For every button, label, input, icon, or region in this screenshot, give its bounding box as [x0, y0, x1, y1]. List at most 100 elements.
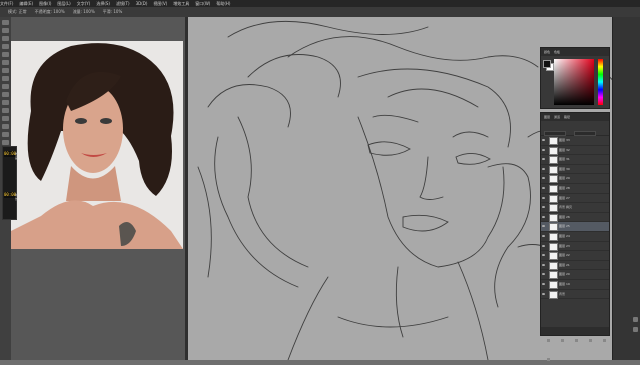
- eye-icon[interactable]: [542, 196, 545, 199]
- eye-icon[interactable]: [542, 263, 545, 266]
- saturation-value-picker[interactable]: [554, 59, 594, 105]
- option-item[interactable]: 不透明度: 100%: [35, 7, 65, 17]
- eye-icon[interactable]: [542, 177, 545, 180]
- menu-item[interactable]: 增效工具: [173, 0, 189, 7]
- eye-icon[interactable]: [542, 282, 545, 285]
- layer-name: 图层 25: [559, 224, 570, 229]
- eye-icon[interactable]: [542, 244, 545, 247]
- link-icon[interactable]: [547, 339, 550, 342]
- tool-icon[interactable]: [2, 100, 9, 105]
- tab-layers[interactable]: 图层: [544, 115, 550, 119]
- layer-name: 图层 27: [559, 195, 570, 200]
- layer-name: 图层 19: [559, 281, 570, 286]
- tool-icon[interactable]: [2, 92, 9, 97]
- layer-name: 图层 29: [559, 176, 570, 181]
- layer-row[interactable]: 图层 32: [541, 146, 609, 156]
- tool-icon[interactable]: [2, 132, 9, 137]
- eye-icon[interactable]: [542, 234, 545, 237]
- layers-panel-tabs: 图层 通道 路径: [541, 113, 609, 121]
- layer-thumbnail: [549, 184, 558, 193]
- eye-icon[interactable]: [542, 215, 545, 218]
- layer-controls: [541, 121, 609, 136]
- dock-icon[interactable]: [633, 327, 638, 332]
- eye-icon[interactable]: [542, 139, 545, 141]
- layer-row[interactable]: 图层 27: [541, 194, 609, 204]
- layer-row[interactable]: 图层 26: [541, 213, 609, 223]
- layer-row[interactable]: 图层 21: [541, 261, 609, 271]
- layer-row[interactable]: 图层 28: [541, 184, 609, 194]
- menu-item[interactable]: 3D(D): [136, 0, 148, 7]
- tool-icon[interactable]: [2, 116, 9, 121]
- dock-icon[interactable]: [633, 317, 638, 322]
- tool-icon[interactable]: [2, 124, 9, 129]
- tool-icon[interactable]: [2, 68, 9, 73]
- layer-row[interactable]: 图层 25: [541, 222, 609, 232]
- timer-value-top: 00:00: [4, 151, 17, 157]
- layer-name: 图层 33: [559, 138, 570, 142]
- layer-row[interactable]: 图层 30: [541, 165, 609, 175]
- layer-row[interactable]: 图层 33: [541, 136, 609, 146]
- layer-thumbnail: [549, 232, 558, 241]
- layer-row[interactable]: 图层 29: [541, 174, 609, 184]
- menu-item[interactable]: 图像(I): [39, 0, 51, 7]
- menu-item[interactable]: 窗口(W): [195, 0, 210, 7]
- layer-thumbnail: [549, 137, 558, 145]
- tool-icon[interactable]: [2, 140, 9, 145]
- tool-icon[interactable]: [2, 28, 9, 33]
- menu-item[interactable]: 选择(S): [96, 0, 110, 7]
- fx-icon[interactable]: [561, 339, 565, 342]
- eye-icon[interactable]: [542, 148, 545, 151]
- menu-item[interactable]: 文件(F): [0, 0, 13, 7]
- layer-thumbnail: [549, 280, 558, 289]
- tool-icon[interactable]: [2, 76, 9, 81]
- tool-icon[interactable]: [2, 60, 9, 65]
- layer-row[interactable]: 图层 20: [541, 270, 609, 280]
- layer-thumbnail: [549, 156, 558, 165]
- tab-swatches[interactable]: 色板: [554, 50, 560, 54]
- eye-icon[interactable]: [542, 167, 545, 170]
- layer-row[interactable]: 图层 19: [541, 280, 609, 290]
- layer-row[interactable]: 背景 拷贝: [541, 203, 609, 213]
- layer-row[interactable]: 背景: [541, 290, 609, 300]
- mask-icon[interactable]: [575, 339, 579, 342]
- eye-icon[interactable]: [542, 158, 545, 161]
- menu-item[interactable]: 滤镜(T): [116, 0, 130, 7]
- eye-icon[interactable]: [542, 292, 545, 295]
- eye-icon[interactable]: [542, 254, 545, 257]
- foreground-color-swatch[interactable]: [543, 60, 551, 68]
- tool-icon[interactable]: [2, 36, 9, 41]
- tab-channels[interactable]: 通道: [554, 115, 560, 119]
- option-item[interactable]: 模式: 正常: [8, 7, 27, 17]
- layer-name: 图层 32: [559, 147, 570, 152]
- option-item[interactable]: 流量: 100%: [73, 7, 95, 17]
- layer-thumbnail: [549, 261, 558, 270]
- layer-row[interactable]: 图层 31: [541, 155, 609, 165]
- eye-icon[interactable]: [542, 206, 545, 209]
- eye-icon[interactable]: [542, 273, 545, 276]
- layer-row[interactable]: 图层 22: [541, 251, 609, 261]
- tool-icon[interactable]: [2, 52, 9, 57]
- layer-name: 背景: [559, 291, 566, 296]
- layer-row[interactable]: 图层 24: [541, 232, 609, 242]
- menu-item[interactable]: 文字(Y): [77, 0, 91, 7]
- menu-item[interactable]: 视图(V): [153, 0, 167, 7]
- layer-row[interactable]: 图层 23: [541, 242, 609, 252]
- folder-icon[interactable]: [589, 339, 593, 342]
- tab-paths[interactable]: 路径: [564, 115, 570, 119]
- reference-photo: [11, 41, 183, 249]
- menu-item[interactable]: 图层(L): [57, 0, 70, 7]
- option-item[interactable]: 平滑: 10%: [103, 7, 123, 17]
- menu-item[interactable]: 编辑(E): [19, 0, 33, 7]
- tool-icon[interactable]: [2, 20, 9, 25]
- hue-slider[interactable]: [598, 59, 603, 105]
- tab-color[interactable]: 颜色: [544, 50, 550, 54]
- new-layer-icon[interactable]: [603, 339, 607, 342]
- timer-value-bottom: 00:00: [4, 192, 17, 198]
- eye-icon[interactable]: [542, 186, 545, 189]
- tool-icon[interactable]: [2, 108, 9, 113]
- tool-icon[interactable]: [2, 84, 9, 89]
- layer-name: 图层 30: [559, 166, 570, 171]
- eye-icon[interactable]: [542, 225, 545, 228]
- tool-icon[interactable]: [2, 44, 9, 49]
- menu-item[interactable]: 帮助(H): [216, 0, 230, 7]
